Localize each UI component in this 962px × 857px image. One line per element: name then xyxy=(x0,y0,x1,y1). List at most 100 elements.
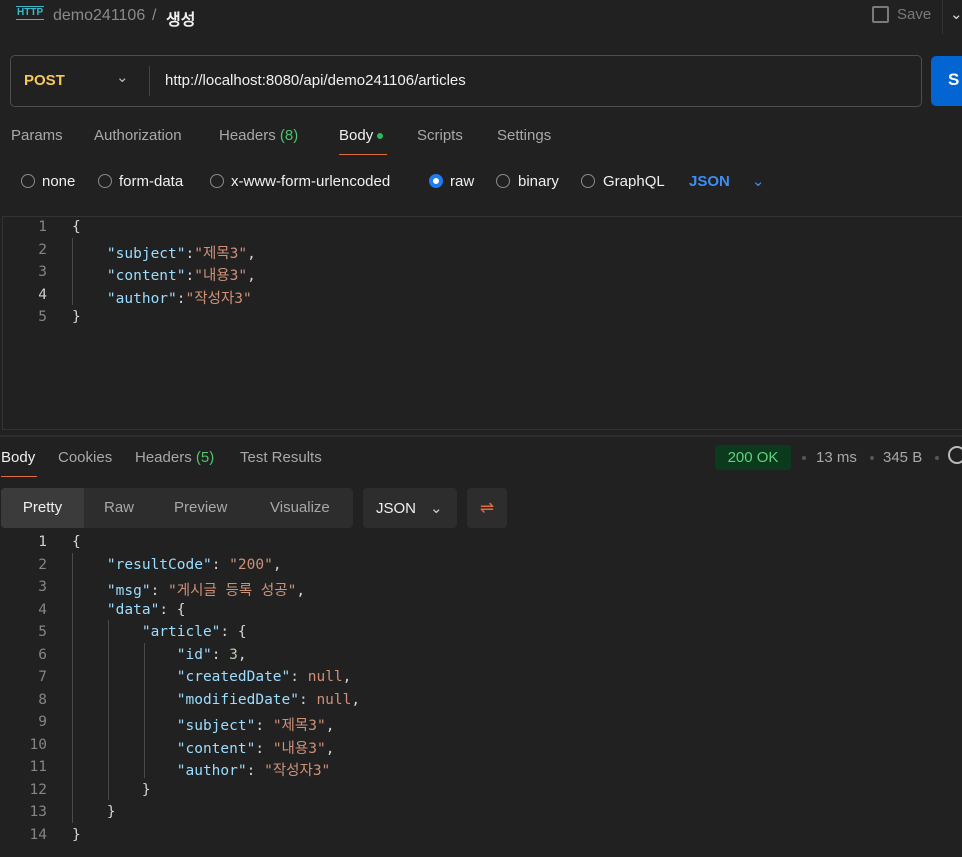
code-token: : xyxy=(255,718,273,734)
body-format-select[interactable]: JSON ⌄ xyxy=(689,172,764,190)
view-pretty[interactable]: Pretty xyxy=(1,488,84,528)
code-token: { xyxy=(72,534,81,550)
pane-resize-handle[interactable] xyxy=(0,435,962,437)
view-raw[interactable]: Raw xyxy=(104,499,134,516)
response-format-select[interactable]: JSON ⌄ xyxy=(363,488,457,528)
code-line: } xyxy=(72,309,81,325)
line-number: 6 xyxy=(38,646,47,663)
code-token: } xyxy=(72,781,151,798)
code-token: , xyxy=(351,691,361,708)
line-number: 5 xyxy=(38,624,47,640)
response-tab-headers[interactable]: Headers (5) xyxy=(135,449,214,466)
tab-scripts[interactable]: Scripts xyxy=(417,127,463,144)
code-token: "createdDate" xyxy=(176,669,291,685)
line-number: 11 xyxy=(29,759,47,775)
line-number: 14 xyxy=(29,826,47,843)
url-bar xyxy=(10,55,922,107)
radio-urlencoded[interactable] xyxy=(210,174,224,188)
code-line: "content": "내용3", xyxy=(72,737,335,758)
radio-none-label[interactable]: none xyxy=(42,173,75,190)
radio-form-data[interactable] xyxy=(98,174,112,188)
radio-raw-label[interactable]: raw xyxy=(450,173,474,190)
save-options-chevron-icon[interactable]: ⌄ xyxy=(950,5,962,23)
code-line: "author": "작성자3" xyxy=(72,759,331,780)
tab-body-label: Body xyxy=(339,127,374,144)
line-number: 9 xyxy=(38,714,47,730)
divider xyxy=(942,0,943,34)
tab-params[interactable]: Params xyxy=(11,127,63,144)
response-size[interactable]: 345 B xyxy=(883,449,922,466)
code-token: , xyxy=(247,268,256,284)
response-time[interactable]: 13 ms xyxy=(816,449,857,466)
radio-none[interactable] xyxy=(21,174,35,188)
breadcrumb-collection[interactable]: demo241106 xyxy=(53,7,145,25)
view-preview[interactable]: Preview xyxy=(174,499,227,516)
code-token: , xyxy=(247,245,256,262)
tab-headers[interactable]: Headers (8) xyxy=(219,127,298,144)
code-line: } xyxy=(72,782,151,798)
code-token: } xyxy=(72,804,116,820)
line-number: 8 xyxy=(38,691,47,708)
code-line: } xyxy=(72,827,81,843)
method-label: POST xyxy=(24,72,65,89)
tab-body[interactable]: Body xyxy=(339,127,384,144)
radio-urlencoded-label[interactable]: x-www-form-urlencoded xyxy=(231,173,390,190)
view-visualize[interactable]: Visualize xyxy=(270,499,330,516)
code-token: "제목3" xyxy=(194,245,248,262)
code-token: "제목3" xyxy=(272,718,326,734)
tab-headers-label: Headers xyxy=(219,127,276,144)
line-number: 7 xyxy=(38,669,47,685)
request-name[interactable]: 생성 xyxy=(166,6,195,30)
code-token: , xyxy=(325,718,335,734)
indent-guide xyxy=(72,237,73,305)
response-tab-test-results[interactable]: Test Results xyxy=(240,449,322,466)
http-icon: HTTP xyxy=(16,6,45,20)
code-token: : xyxy=(246,763,265,779)
breadcrumb-separator: / xyxy=(152,7,157,24)
code-token: "content" xyxy=(106,268,186,284)
radio-graphql[interactable] xyxy=(581,174,595,188)
method-select[interactable]: POST ⌄ xyxy=(24,69,139,92)
code-token: "작성자3" xyxy=(264,763,331,779)
code-token: "msg" xyxy=(106,583,151,599)
globe-icon[interactable] xyxy=(948,446,962,464)
tab-authorization[interactable]: Authorization xyxy=(94,127,182,144)
code-token: "subject" xyxy=(106,245,186,262)
response-tab-body[interactable]: Body xyxy=(1,449,35,466)
chevron-down-icon: ⌄ xyxy=(751,173,765,190)
code-token: "내용3" xyxy=(272,740,326,757)
code-line: "subject": "제목3", xyxy=(72,714,335,735)
wrap-lines-button[interactable]: ⇌ xyxy=(467,488,507,528)
code-token: "subject" xyxy=(176,718,256,734)
response-format-label: JSON xyxy=(376,500,417,517)
radio-form-data-label[interactable]: form-data xyxy=(119,173,183,190)
code-token: } xyxy=(72,309,81,325)
radio-binary-label[interactable]: binary xyxy=(518,173,559,190)
code-token: , xyxy=(237,646,247,663)
url-input[interactable]: http://localhost:8080/api/demo241106/art… xyxy=(165,72,466,89)
tab-settings[interactable]: Settings xyxy=(497,127,551,144)
status-badge[interactable]: 200 OK xyxy=(715,445,791,470)
radio-graphql-label[interactable]: GraphQL xyxy=(603,173,665,190)
response-tab-cookies[interactable]: Cookies xyxy=(58,449,112,466)
code-token: { xyxy=(72,219,81,235)
indent-guide xyxy=(72,552,73,823)
send-button[interactable]: S xyxy=(931,56,962,106)
radio-binary[interactable] xyxy=(496,174,510,188)
code-token: null xyxy=(316,691,352,708)
code-token: : { xyxy=(159,601,186,618)
code-token: "작성자3" xyxy=(185,290,252,307)
save-button[interactable]: Save xyxy=(872,6,931,23)
code-line: "resultCode": "200", xyxy=(72,557,282,573)
code-line: "content":"내용3", xyxy=(72,264,256,285)
dot-separator xyxy=(802,456,806,460)
code-line: "msg": "게시글 등록 성공", xyxy=(72,579,305,600)
radio-raw[interactable] xyxy=(429,174,443,188)
code-line: "modifiedDate": null, xyxy=(72,692,360,708)
